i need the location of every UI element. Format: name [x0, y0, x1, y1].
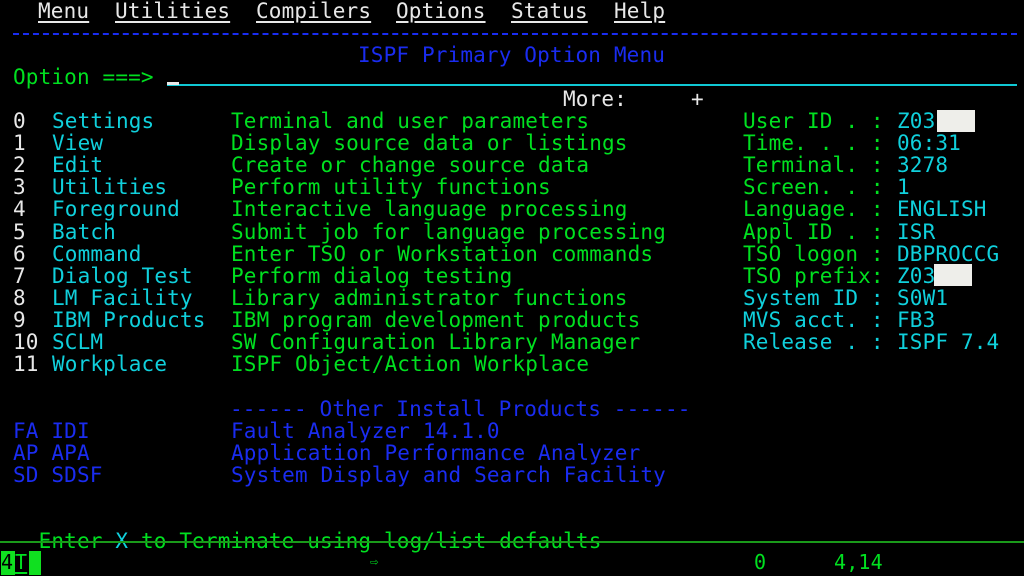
- terminate-hint: Enter X to Terminate using log/list defa…: [13, 508, 602, 552]
- more-indicator[interactable]: +: [691, 88, 704, 110]
- info-value: 06:31: [897, 131, 961, 155]
- product-code[interactable]: SD SDSF: [13, 464, 103, 486]
- info-value: 3278: [897, 153, 949, 177]
- option-number: 8: [13, 286, 26, 310]
- info-label: Release . :: [743, 330, 884, 354]
- menu-item-utilities[interactable]: Utilities: [115, 0, 230, 22]
- option-description: IBM program development products: [231, 308, 641, 332]
- option-description: Library administrator functions: [231, 286, 628, 310]
- option-description: Enter TSO or Workstation commands: [231, 242, 654, 266]
- option-description: Perform dialog testing: [231, 264, 513, 288]
- menu-item-compilers[interactable]: Compilers: [256, 0, 371, 22]
- info-value: ENGLISH: [897, 197, 987, 221]
- option-name[interactable]: Command: [52, 243, 142, 265]
- text-cursor: [167, 82, 179, 85]
- info-value: S0W1: [897, 286, 949, 310]
- more-label: More:: [563, 87, 627, 111]
- info-value: 1: [897, 175, 910, 199]
- menu-item-options[interactable]: Options: [396, 0, 486, 22]
- info-label: Terminal. :: [743, 153, 884, 177]
- redacted-user-id: [937, 110, 975, 132]
- option-input[interactable]: [167, 84, 1017, 86]
- option-name[interactable]: Workplace: [52, 353, 167, 375]
- info-value: FB3: [897, 308, 936, 332]
- info-value: ISR: [897, 220, 936, 244]
- option-number: 7: [13, 264, 26, 288]
- option-number: 0: [13, 109, 26, 133]
- menu-item-status[interactable]: Status: [511, 0, 588, 22]
- option-name[interactable]: Edit: [52, 154, 103, 176]
- info-label: Language. :: [743, 197, 884, 221]
- info-label: TSO prefix:: [743, 264, 884, 288]
- option-description: Submit job for language processing: [231, 220, 666, 244]
- oia-t-indicator: T: [15, 550, 28, 574]
- product-code[interactable]: FA IDI: [13, 420, 90, 442]
- option-name[interactable]: Foreground: [52, 198, 180, 220]
- option-description: Interactive language processing: [231, 197, 628, 221]
- info-label: MVS acct. :: [743, 308, 884, 332]
- option-name[interactable]: Settings: [52, 110, 154, 132]
- option-number: 2: [13, 153, 26, 177]
- option-name[interactable]: Utilities: [52, 176, 167, 198]
- info-label: Screen. . :: [743, 175, 884, 199]
- option-name[interactable]: LM Facility: [52, 287, 193, 309]
- option-number: 5: [13, 220, 26, 244]
- product-description: Fault Analyzer 14.1.0: [231, 419, 500, 443]
- info-label: User ID . :: [743, 109, 884, 133]
- info-label: Appl ID . :: [743, 220, 884, 244]
- option-number: 4: [13, 197, 26, 221]
- menu-item-help[interactable]: Help: [614, 0, 665, 22]
- option-description: Perform utility functions: [231, 175, 551, 199]
- panel-title: ISPF Primary Option Menu: [358, 43, 666, 67]
- option-number: 11: [13, 352, 39, 376]
- info-label: TSO logon :: [743, 242, 884, 266]
- option-prompt: Option ===>: [13, 65, 154, 89]
- option-number: 1: [13, 131, 26, 155]
- option-number: 6: [13, 242, 26, 266]
- option-name[interactable]: Batch: [52, 221, 116, 243]
- option-name[interactable]: SCLM: [52, 331, 103, 353]
- option-name[interactable]: IBM Products: [52, 309, 206, 331]
- cursor-position: 4,14: [834, 550, 883, 574]
- redacted-tso-prefix: [934, 264, 972, 286]
- oia-4-indicator: 4: [1, 550, 14, 574]
- info-value: Z03: [897, 264, 936, 288]
- menu-separator: [13, 33, 1017, 35]
- info-value: Z03: [897, 109, 936, 133]
- option-name[interactable]: Dialog Test: [52, 265, 193, 287]
- info-label: Time. . . :: [743, 131, 884, 155]
- info-value: ISPF 7.4: [897, 330, 1000, 354]
- option-name[interactable]: View: [52, 132, 103, 154]
- product-code[interactable]: AP APA: [13, 442, 90, 464]
- status-divider: [0, 541, 1024, 543]
- info-value: DBPROCCG: [897, 242, 1000, 266]
- option-description: Create or change source data: [231, 153, 590, 177]
- option-number: 3: [13, 175, 26, 199]
- option-description: Terminal and user parameters: [231, 109, 590, 133]
- info-label: System ID :: [743, 286, 884, 310]
- option-description: ISPF Object/Action Workplace: [231, 352, 590, 376]
- product-description: Application Performance Analyzer: [231, 441, 641, 465]
- menu-item-menu[interactable]: Menu: [38, 0, 89, 22]
- option-description: SW Configuration Library Manager: [231, 330, 641, 354]
- option-number: 9: [13, 308, 26, 332]
- product-description: System Display and Search Facility: [231, 463, 666, 487]
- other-products-header: ------ Other Install Products ------: [230, 397, 691, 421]
- oia-cursor-block: [29, 551, 41, 575]
- option-number: 10: [13, 330, 39, 354]
- option-description: Display source data or listings: [231, 131, 628, 155]
- arrow-icon: ⇨: [370, 554, 379, 570]
- message-count: 0: [754, 550, 767, 574]
